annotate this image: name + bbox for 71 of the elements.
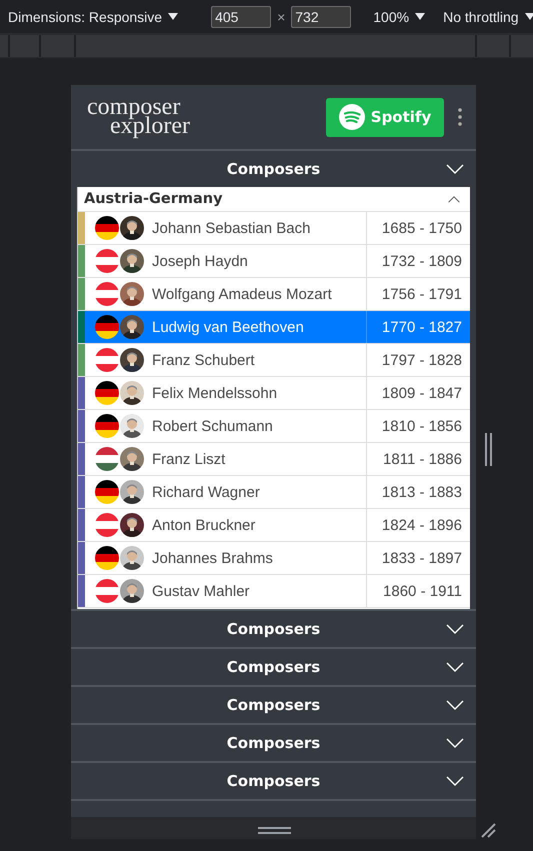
spotify-icon xyxy=(338,104,365,130)
chevron-down-icon xyxy=(446,776,464,786)
composer-years: 1860 - 1911 xyxy=(366,575,470,607)
composer-years: 1810 - 1856 xyxy=(366,410,470,442)
caret-icon xyxy=(168,12,178,20)
composer-row[interactable]: Franz Schubert 1797 - 1828 xyxy=(78,344,470,377)
dimensions-dropdown[interactable]: Dimensions: Responsive xyxy=(8,8,178,24)
composer-name: Franz Liszt xyxy=(152,450,226,468)
composer-name: Joseph Haydn xyxy=(152,252,249,270)
composer-years: 1809 - 1847 xyxy=(366,377,470,409)
chevron-down-icon xyxy=(446,738,464,748)
composer-row[interactable]: Joseph Haydn 1732 - 1809 xyxy=(78,245,470,278)
chevron-down-icon xyxy=(446,624,464,634)
flag-icon xyxy=(95,579,119,603)
composer-row[interactable]: Felix Mendelssohn 1809 - 1847 xyxy=(78,377,470,410)
flag-icon xyxy=(95,249,119,273)
flag-icon xyxy=(95,546,119,570)
side-resize-handle-icon[interactable] xyxy=(485,433,492,466)
composer-name: Johann Sebastian Bach xyxy=(152,220,312,236)
composer-row[interactable]: Anton Bruckner 1824 - 1896 xyxy=(78,509,470,542)
menu-icon[interactable] xyxy=(458,108,462,126)
group-header[interactable]: Austria-Germany xyxy=(78,187,470,212)
flag-icon xyxy=(95,480,119,504)
group-title: Austria-Germany xyxy=(84,191,223,207)
flag-icon xyxy=(95,513,119,537)
composer-row[interactable]: Gustav Mahler 1860 - 1911 xyxy=(78,575,470,608)
composer-row[interactable]: Franz Liszt 1811 - 1886 xyxy=(78,443,470,476)
app-logo: composer explorer xyxy=(87,98,191,136)
chevron-down-icon xyxy=(446,700,464,710)
flag-icon xyxy=(95,414,119,438)
composer-name: Gustav Mahler xyxy=(152,582,251,600)
chevron-down-icon xyxy=(446,662,464,672)
composer-name: Anton Bruckner xyxy=(152,516,256,534)
composer-name: Ludwig van Beethoven xyxy=(152,318,305,336)
caret-icon xyxy=(524,12,533,20)
composer-name: Felix Mendelssohn xyxy=(152,384,278,402)
composer-name: Johannes Brahms xyxy=(152,550,274,566)
composer-years: 1732 - 1809 xyxy=(366,245,470,277)
composer-row[interactable]: Richard Wagner 1813 - 1883 xyxy=(78,476,470,509)
flag-icon xyxy=(95,381,119,405)
corner-resize-icon[interactable] xyxy=(480,822,496,838)
flag-icon xyxy=(95,315,119,339)
composer-row[interactable]: Ludwig van Beethoven 1770 - 1827 xyxy=(78,311,470,344)
throttling-dropdown[interactable]: No throttling xyxy=(443,8,533,24)
chevron-up-icon xyxy=(448,196,460,202)
flag-icon xyxy=(95,447,119,471)
composer-years: 1833 - 1897 xyxy=(366,542,470,574)
composer-name: Franz Schubert xyxy=(152,352,256,368)
composer-years: 1824 - 1896 xyxy=(366,509,470,541)
composer-name: Richard Wagner xyxy=(152,484,261,500)
height-field[interactable]: 732 xyxy=(291,6,352,28)
composer-years: 1770 - 1827 xyxy=(366,311,470,343)
chevron-down-icon xyxy=(446,164,464,174)
composer-years: 1813 - 1883 xyxy=(366,476,470,508)
flag-icon xyxy=(95,282,119,306)
times-sign: × xyxy=(277,8,286,24)
composer-name: Wolfgang Amadeus Mozart xyxy=(152,286,333,302)
composer-row[interactable]: Johannes Brahms 1833 - 1897 xyxy=(78,542,470,575)
width-field[interactable]: 405 xyxy=(211,6,272,28)
composer-row[interactable]: Robert Schumann 1810 - 1856 xyxy=(78,410,470,443)
composer-years: 1756 - 1791 xyxy=(366,278,470,310)
flag-icon xyxy=(95,216,119,240)
composer-name: Robert Schumann xyxy=(152,418,274,434)
composer-row[interactable]: Johann Sebastian Bach 1685 - 1750 xyxy=(78,212,470,245)
composer-years: 1797 - 1828 xyxy=(366,344,470,376)
resize-handle-icon[interactable] xyxy=(258,827,291,834)
composer-years: 1811 - 1886 xyxy=(366,443,470,475)
flag-icon xyxy=(95,348,119,372)
composer-years: 1685 - 1750 xyxy=(366,212,470,244)
caret-icon xyxy=(415,12,426,20)
zoom-dropdown[interactable]: 100% xyxy=(373,8,426,24)
